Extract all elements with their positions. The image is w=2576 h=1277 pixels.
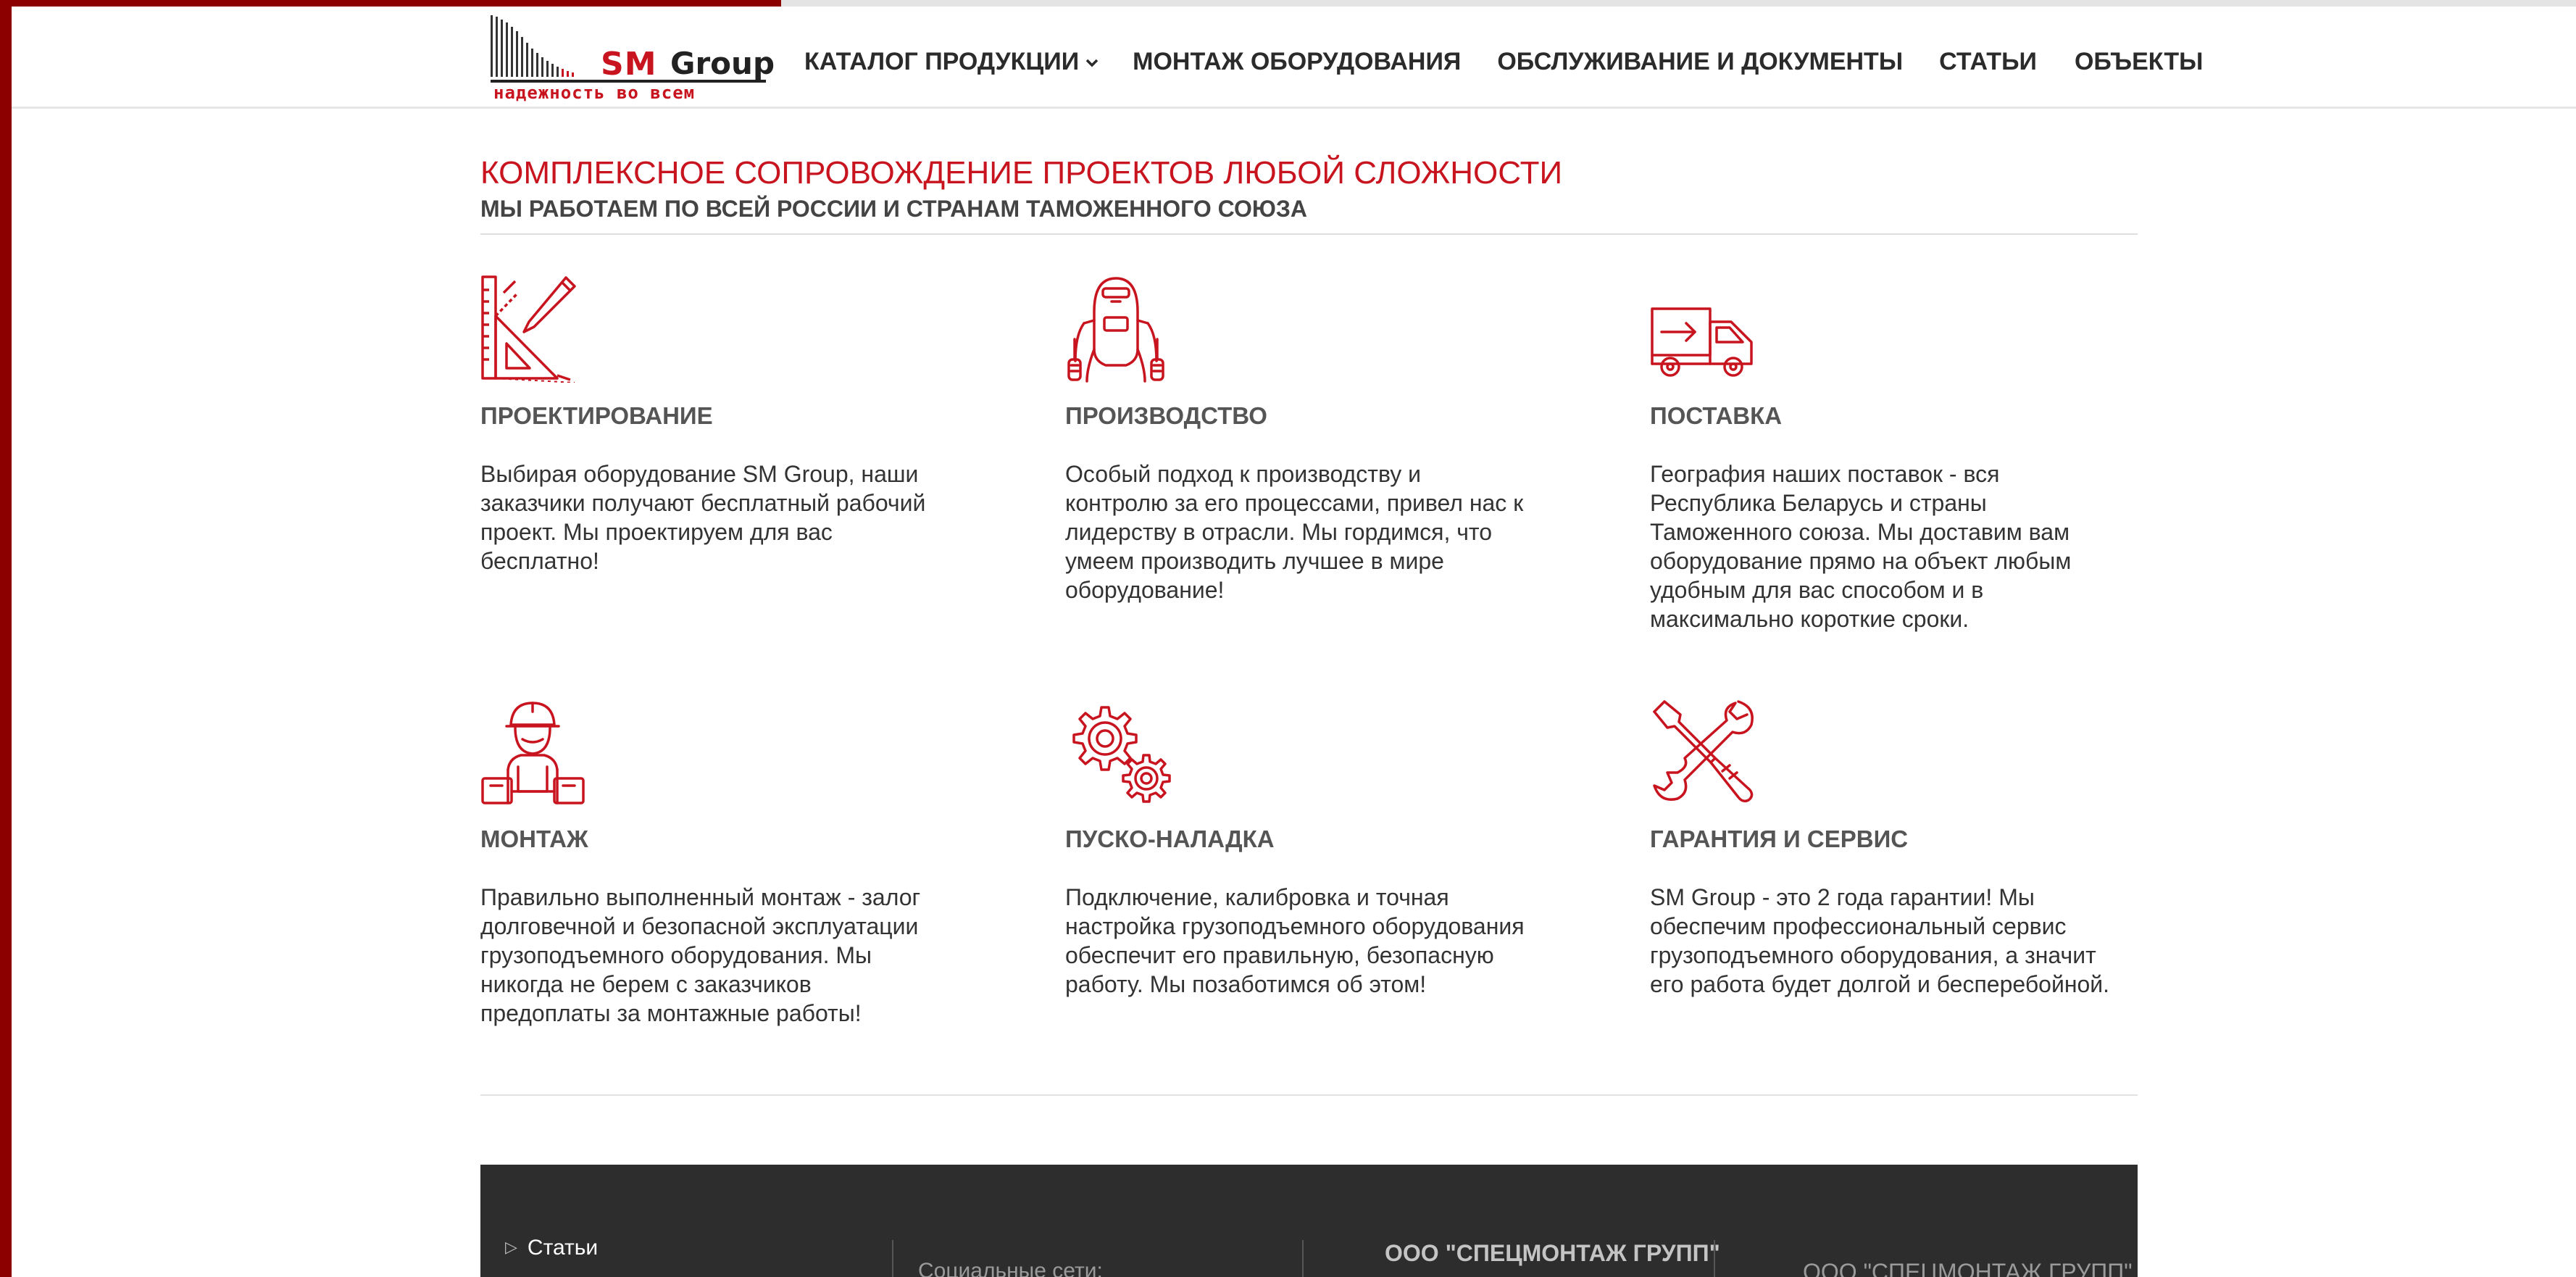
footer-column-divider xyxy=(1714,1240,1715,1277)
nav-item-installation[interactable]: МОНТАЖ ОБОРУДОВАНИЯ xyxy=(1133,44,1461,79)
page-subtitle: МЫ РАБОТАЕМ ПО ВСЕЙ РОССИИ И СТРАНАМ ТАМ… xyxy=(480,196,1308,222)
nav-item-catalog[interactable]: КАТАЛОГ ПРОДУКЦИИ xyxy=(804,44,1099,79)
page-frame-left xyxy=(0,0,12,1277)
wrench-screwdriver-icon xyxy=(1653,700,1754,803)
page-title: КОМПЛЕКСНОЕ СОПРОВОЖДЕНИЕ ПРОЕКТОВ ЛЮБОЙ… xyxy=(480,155,1563,191)
nav-item-articles[interactable]: СТАТЬИ xyxy=(1939,44,2037,79)
logo-brand-group: Group xyxy=(670,46,775,81)
divider xyxy=(480,1094,2138,1096)
feature-title: ПРОИЗВОДСТВО xyxy=(1065,402,1267,429)
text-line: SM Group - это 2 года гарантии! Мы xyxy=(1650,884,2035,910)
logo-tagline: надежность во всем xyxy=(493,83,696,103)
text-line: умеем производить лучшее в мире xyxy=(1065,548,1444,574)
feature-description: Особый подход к производству и контролю … xyxy=(1065,459,1558,604)
text-line: География наших поставок - вся xyxy=(1650,461,2000,487)
text-line: максимально короткие сроки. xyxy=(1650,606,1969,632)
site-logo[interactable]: SM Group надежность во всем xyxy=(480,9,775,105)
footer-link-articles[interactable]: ▷ Статьи xyxy=(505,1236,598,1260)
text-line: грузоподъемного оборудования. Мы xyxy=(480,942,872,968)
feature-title: ПУСКО-НАЛАДКА xyxy=(1065,825,1275,852)
nav-item-service-docs[interactable]: ОБСЛУЖИВАНИЕ И ДОКУМЕНТЫ xyxy=(1497,44,1903,79)
text-line: заказчики получают бесплатный рабочий xyxy=(480,490,926,516)
gears-icon xyxy=(1072,706,1171,803)
text-line: оборудование! xyxy=(1065,577,1225,603)
text-line: грузоподъемного оборудования, а значит xyxy=(1650,942,2096,968)
footer-column-divider xyxy=(892,1240,893,1277)
footer-company-name: ООО "СПЕЦМОНТАЖ ГРУПП" xyxy=(1385,1240,1720,1266)
footer-company-name: ООО "СПЕЦМОНТАЖ ГРУПП" xyxy=(1803,1259,2133,1277)
text-line: Таможенного союза. Мы доставим вам xyxy=(1650,519,2070,545)
delivery-truck-icon xyxy=(1651,307,1753,377)
welder-icon xyxy=(1067,277,1164,383)
feature-description: География наших поставок - вся Республик… xyxy=(1650,459,2143,633)
text-line: Подключение, калибровка и точная xyxy=(1065,884,1449,910)
footer-link-label: Статьи xyxy=(527,1236,599,1260)
nav-item-objects[interactable]: ОБЪЕКТЫ xyxy=(2075,44,2204,79)
footer-social-label: Социальные сети: xyxy=(918,1259,1103,1277)
page-frame-top xyxy=(0,0,2576,7)
drafting-tools-icon xyxy=(481,275,576,383)
text-line: Особый подход к производству и xyxy=(1065,461,1422,487)
logo-brand-sm: SM xyxy=(601,46,657,83)
text-line: обеспечит его правильную, безопасную xyxy=(1065,942,1494,968)
feature-title: ПРОЕКТИРОВАНИЕ xyxy=(480,402,713,429)
text-line: его работа будет долгой и бесперебойной. xyxy=(1650,971,2110,997)
text-line: лидерству в отрасли. Мы гордимся, что xyxy=(1065,519,1493,545)
installer-worker-icon xyxy=(481,702,585,804)
loading-progress-bar xyxy=(0,0,781,7)
text-line: обеспечим профессиональный сервис xyxy=(1650,913,2067,939)
text-line: оборудование прямо на объект любым xyxy=(1650,548,2072,574)
site-footer: ▷ Статьи Социальные сети: ООО "СПЕЦМОНТАЖ… xyxy=(480,1165,2138,1277)
chevron-down-icon xyxy=(1085,44,1099,79)
main-nav: КАТАЛОГ ПРОДУКЦИИ МОНТАЖ ОБОРУДОВАНИЯ ОБ… xyxy=(804,44,2203,79)
text-line: работу. Мы позаботимся об этом! xyxy=(1065,971,1427,997)
text-line: долговечной и безопасной эксплуатации xyxy=(480,913,919,939)
divider xyxy=(480,233,2138,235)
feature-title: ПОСТАВКА xyxy=(1650,402,1783,429)
text-line: контролю за его процессами, привел нас к xyxy=(1065,490,1524,516)
text-line: настройка грузоподъемного оборудования xyxy=(1065,913,1525,939)
site-header: SM Group надежность во всем КАТАЛОГ ПРОД… xyxy=(12,7,2576,109)
feature-description: Подключение, калибровка и точная настрой… xyxy=(1065,883,1558,999)
text-line: проект. Мы проектируем для вас xyxy=(480,519,833,545)
logo-bars-icon xyxy=(491,15,574,77)
feature-title: ГАРАНТИЯ И СЕРВИС xyxy=(1650,825,1909,852)
feature-title: МОНТАЖ xyxy=(480,825,588,852)
footer-column-divider xyxy=(1302,1240,1304,1277)
text-line: никогда не берем с заказчиков xyxy=(480,971,812,997)
text-line: Правильно выполненный монтаж - залог xyxy=(480,884,921,910)
text-line: Выбирая оборудование SM Group, наши xyxy=(480,461,919,487)
nav-item-label: КАТАЛОГ ПРОДУКЦИИ xyxy=(804,48,1080,75)
text-line: предоплаты за монтажные работы! xyxy=(480,1000,862,1026)
feature-description: Правильно выполненный монтаж - залог дол… xyxy=(480,883,973,1028)
text-line: бесплатно! xyxy=(480,548,599,574)
feature-description: SM Group - это 2 года гарантии! Мы обесп… xyxy=(1650,883,2143,999)
triangle-right-icon: ▷ xyxy=(505,1238,517,1256)
text-line: Республика Беларусь и страны xyxy=(1650,490,1987,516)
text-line: удобным для вас способом и в xyxy=(1650,577,1984,603)
feature-description: Выбирая оборудование SM Group, наши зака… xyxy=(480,459,973,575)
